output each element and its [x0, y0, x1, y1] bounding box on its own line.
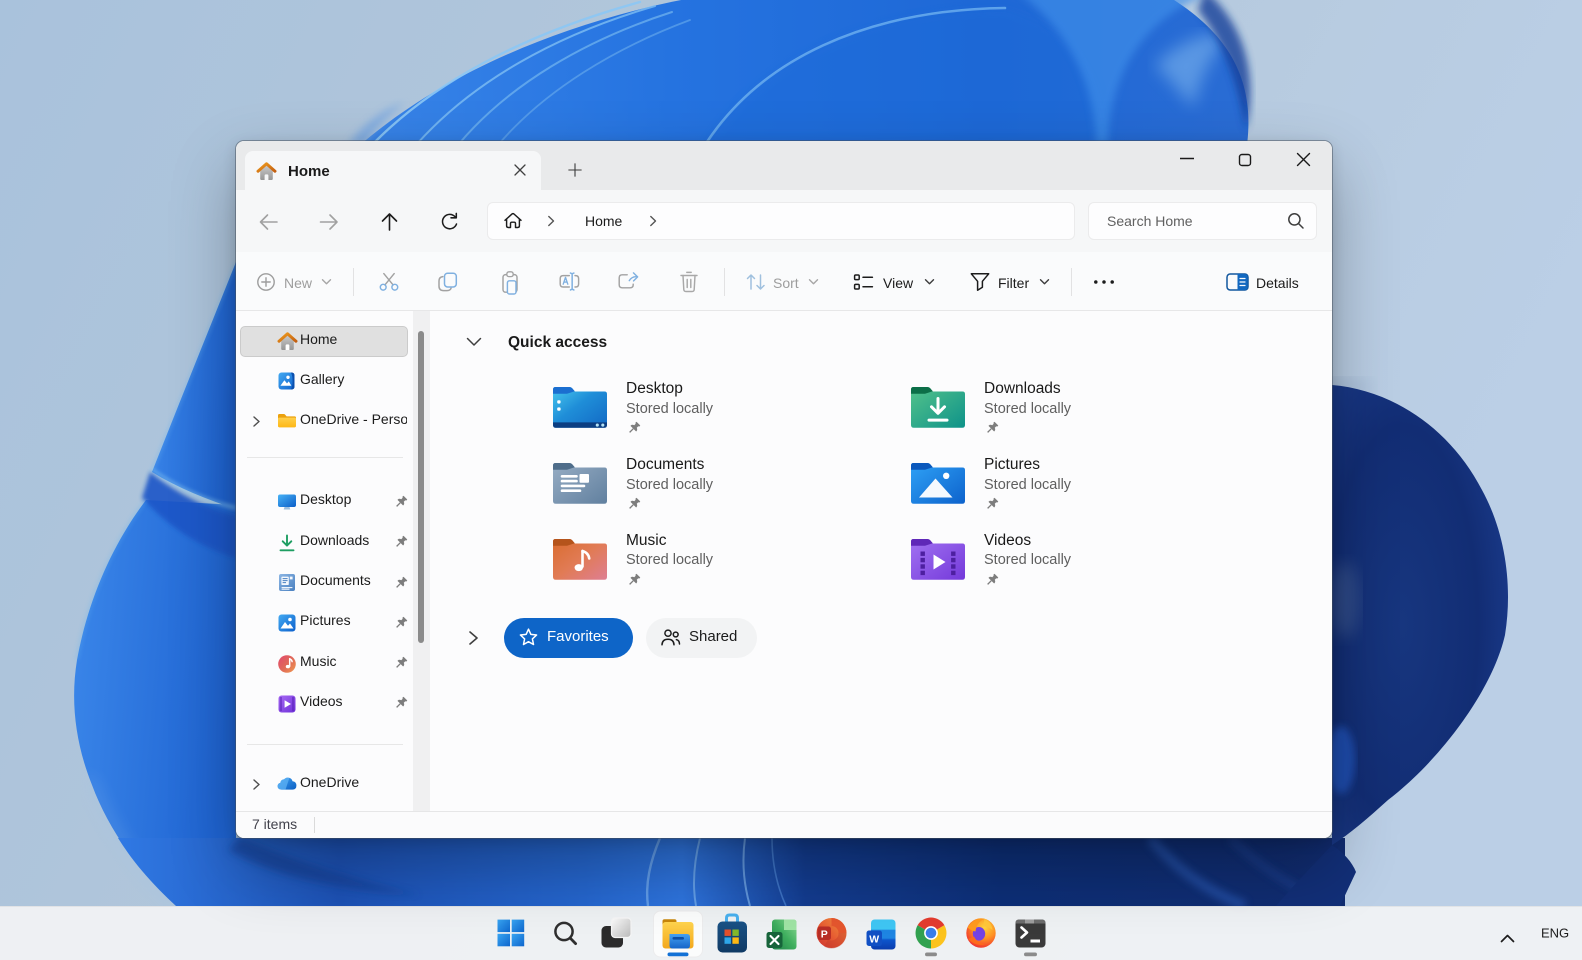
svg-text:P: P [821, 928, 828, 940]
svg-text:W: W [869, 933, 879, 945]
svg-text:ENG: ENG [1541, 926, 1569, 941]
